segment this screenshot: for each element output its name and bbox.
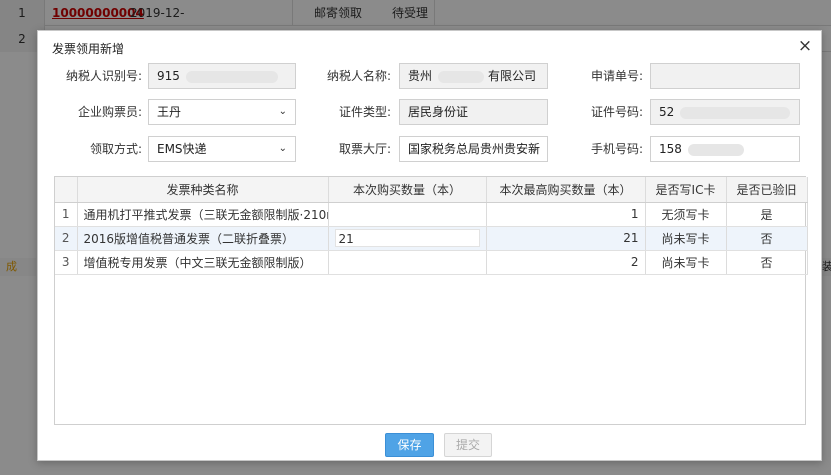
- redacted-text: [438, 70, 485, 83]
- pickup-method-select[interactable]: EMS快递 ⌄: [148, 136, 296, 162]
- ic-card-status: 尚未写卡: [645, 226, 727, 251]
- tax-hall-select[interactable]: 国家税务总局贵州贵安新 ⌄: [399, 136, 548, 162]
- ic-card-status: 尚未写卡: [645, 250, 727, 275]
- column-header[interactable]: 是否写IC卡: [645, 177, 727, 203]
- submit-button[interactable]: 提交: [444, 433, 492, 457]
- verified-status: 是: [726, 202, 808, 227]
- max-qty-cell: 1: [486, 202, 646, 227]
- invoice-type-name: 2016版增值税普通发票（二联折叠票）: [77, 226, 329, 251]
- verified-status: 否: [726, 226, 808, 251]
- invoice-application-dialog: 发票领用新增 × 纳税人识别号: 915 纳税人名称: 贵州 有限公司 申请单号:…: [37, 30, 822, 461]
- invoice-type-table: 发票种类名称 本次购买数量（本） 本次最高购买数量（本） 是否写IC卡 是否已验…: [54, 176, 808, 425]
- id-no-field: 52: [650, 99, 800, 125]
- phone-input[interactable]: 158: [650, 136, 800, 162]
- invoice-type-name: 通用机打平推式发票（三联无金额限制版·210mm×: [77, 202, 329, 227]
- invoice-type-name: 增值税专用发票（中文三联无金额限制版）: [77, 250, 329, 275]
- purchase-qty-cell[interactable]: 21: [328, 226, 487, 251]
- taxpayer-name-label: 纳税人名称:: [326, 69, 391, 83]
- close-icon[interactable]: ×: [796, 37, 814, 55]
- id-type-label: 证件类型:: [338, 105, 391, 119]
- chevron-down-icon: ⌄: [278, 106, 287, 117]
- dialog-title: 发票领用新增: [52, 42, 125, 56]
- method-label: 领取方式:: [89, 142, 142, 156]
- chevron-down-icon: ⌄: [530, 143, 539, 154]
- column-header[interactable]: 本次最高购买数量（本）: [486, 177, 646, 203]
- application-no-label: 申请单号:: [590, 69, 643, 83]
- id-type-field: 居民身份证: [399, 99, 548, 125]
- redacted-text: [687, 143, 744, 156]
- column-header[interactable]: 发票种类名称: [77, 177, 329, 203]
- row-index: 3: [55, 250, 78, 275]
- verified-status: 否: [726, 250, 808, 275]
- redacted-text: [680, 106, 791, 119]
- table-row[interactable]: 1 通用机打平推式发票（三联无金额限制版·210mm× 1 无须写卡 是: [55, 202, 808, 227]
- row-index: 2: [55, 226, 78, 251]
- table-row[interactable]: 2 2016版增值税普通发票（二联折叠票） 21 21 尚未写卡 否: [55, 226, 808, 251]
- chevron-down-icon: ⌄: [278, 143, 287, 154]
- ic-card-status: 无须写卡: [645, 202, 727, 227]
- max-qty-cell: 2: [486, 250, 646, 275]
- column-header[interactable]: 是否已验旧: [726, 177, 808, 203]
- max-qty-cell: 21: [486, 226, 646, 251]
- buyer-select[interactable]: 王丹 ⌄: [148, 99, 296, 125]
- table-header-row: 发票种类名称 本次购买数量（本） 本次最高购买数量（本） 是否写IC卡 是否已验…: [55, 177, 808, 203]
- taxpayer-id-field: 915: [148, 63, 296, 89]
- column-header: [55, 177, 78, 203]
- row-index: 1: [55, 202, 78, 227]
- phone-label: 手机号码:: [590, 142, 643, 156]
- table-row[interactable]: 3 增值税专用发票（中文三联无金额限制版） 2 尚未写卡 否: [55, 250, 808, 275]
- column-header[interactable]: 本次购买数量（本）: [328, 177, 487, 203]
- purchase-qty-cell[interactable]: [328, 250, 487, 275]
- hall-label: 取票大厅:: [338, 142, 391, 156]
- purchase-qty-cell[interactable]: [328, 202, 487, 227]
- redacted-text: [185, 70, 278, 83]
- taxpayer-name-field: 贵州 有限公司: [399, 63, 548, 89]
- save-button[interactable]: 保存: [385, 433, 434, 457]
- taxpayer-id-label: 纳税人识别号:: [65, 69, 142, 83]
- id-no-label: 证件号码:: [590, 105, 643, 119]
- buyer-label: 企业购票员:: [77, 105, 142, 119]
- purchase-qty-input[interactable]: 21: [334, 229, 480, 247]
- application-no-field: [650, 63, 800, 89]
